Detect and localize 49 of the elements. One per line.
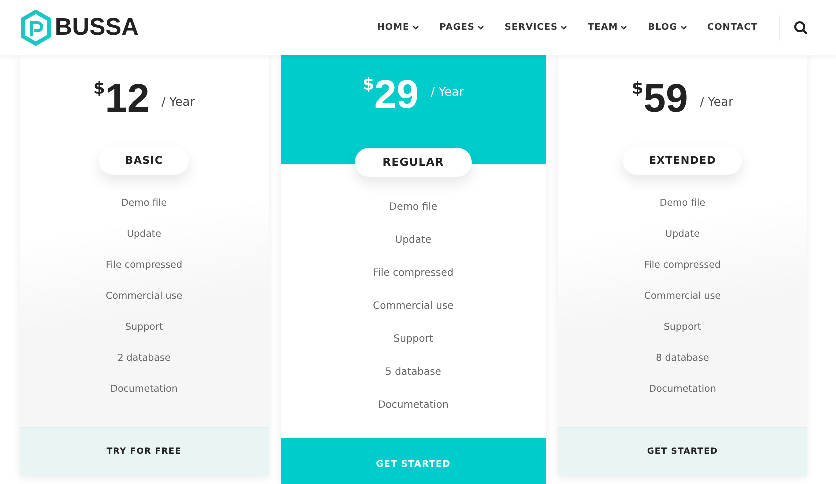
feature-text: Documetation	[378, 399, 449, 413]
plan-name: REGULAR	[354, 148, 472, 177]
feature-text: Commercial use	[373, 300, 454, 314]
feature-text: Demo file	[121, 197, 168, 211]
nav-link[interactable]: BLOG	[648, 22, 687, 32]
price-period: / Year	[162, 95, 196, 109]
feature-text: File compressed	[106, 259, 183, 273]
search-icon[interactable]	[794, 20, 808, 34]
logo-icon	[20, 10, 52, 46]
logo-text[interactable]: BUSSA	[55, 14, 140, 42]
price-period: / Year	[700, 95, 734, 109]
plan-name: EXTENDED	[623, 147, 742, 175]
feature-text: Demo file	[660, 197, 706, 211]
price-period: / Year	[431, 85, 464, 99]
currency-symbol: $	[362, 75, 375, 95]
feature-text: Commercial use	[106, 290, 183, 304]
currency-symbol: $	[93, 79, 106, 99]
nav-link[interactable]: CONTACT	[708, 22, 758, 32]
feature-text: 5 database	[386, 366, 442, 380]
feature-text: File compressed	[644, 259, 722, 273]
nav-link[interactable]: HOME	[377, 22, 419, 32]
chevron-icon	[478, 26, 484, 30]
price-amount: 59	[644, 77, 688, 121]
plan-button[interactable]: GET STARTED	[558, 427, 807, 476]
plan-name: BASIC	[99, 147, 190, 175]
price-amount: 12	[105, 77, 150, 121]
feature-text: Support	[394, 333, 434, 347]
chevron-icon	[680, 26, 687, 30]
chevron-icon	[561, 26, 568, 30]
feature-text: Update	[666, 228, 700, 242]
feature-text: 2 database	[118, 352, 171, 366]
feature-text: Support	[125, 321, 164, 335]
chevron-icon	[412, 26, 419, 30]
feature-text: Demo file	[389, 201, 438, 215]
nav-link[interactable]: SERVICES	[504, 22, 568, 32]
feature-text: Documetation	[649, 383, 716, 397]
currency-symbol: $	[632, 79, 644, 99]
feature-text: Commercial use	[644, 290, 722, 304]
plan-button[interactable]: TRY FOR FREE	[20, 427, 269, 476]
chevron-icon	[621, 26, 628, 30]
feature-text: 8 database	[656, 352, 710, 366]
feature-text: File compressed	[373, 267, 454, 281]
feature-text: Documetation	[110, 383, 178, 397]
nav-link[interactable]: TEAM	[588, 22, 628, 32]
feature-text: Update	[127, 228, 162, 242]
price-amount: 29	[374, 73, 420, 117]
nav-link[interactable]: PAGES	[440, 22, 484, 32]
feature-text: Support	[664, 321, 702, 335]
feature-text: Update	[395, 234, 432, 248]
